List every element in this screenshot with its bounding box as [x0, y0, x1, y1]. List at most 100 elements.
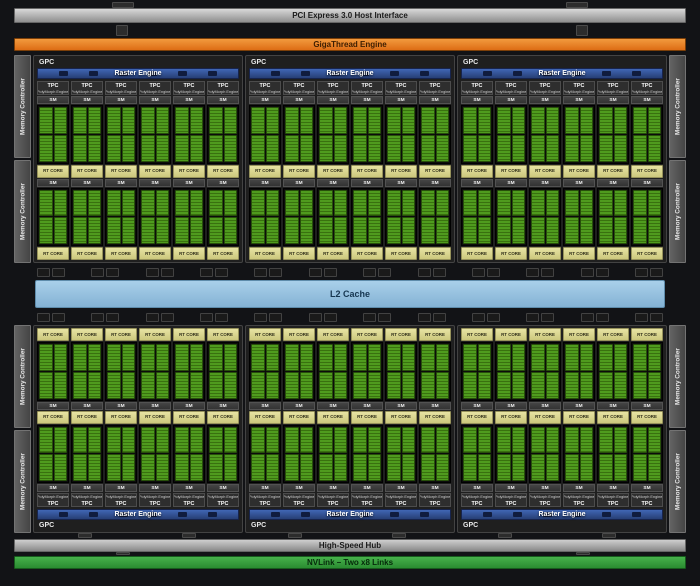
rt-core-block: RT CORE — [207, 411, 239, 424]
tpc-header: TPCPolyMorph Engine — [563, 493, 595, 507]
sm-block: SMRT CORE — [249, 179, 281, 261]
sm-label: SM — [507, 486, 514, 491]
tpc-row: TPCPolyMorph EngineSMRT CORESMRT CORETPC… — [249, 81, 451, 260]
rt-core-block: RT CORE — [495, 328, 527, 341]
sm-block: SMRT CORE — [173, 411, 205, 493]
cuda-core-block — [421, 217, 435, 244]
rt-core-block: RT CORE — [37, 411, 69, 424]
raster-engine-bar: Raster Engine — [37, 509, 239, 520]
tpc-label: TPC — [608, 83, 619, 88]
crossbar-tick-pair — [363, 313, 391, 322]
gpc-label: GPC — [251, 59, 266, 66]
tpc-label: TPC — [472, 501, 483, 506]
polymorph-engine-label: PolyMorph Engine — [597, 495, 628, 498]
sm-block: SMRT CORE — [173, 179, 205, 261]
polymorph-engine-label: PolyMorph Engine — [249, 90, 280, 93]
core-grid — [173, 425, 205, 484]
cuda-core-block — [599, 454, 613, 481]
cuda-core-block — [599, 217, 613, 244]
sm-block: SMRT CORE — [283, 328, 315, 410]
crossbar-tick — [596, 313, 609, 322]
sm-label: SM — [329, 403, 336, 408]
sm-block: SMRT CORE — [631, 411, 663, 493]
rt-core-label: RT CORE — [357, 332, 377, 336]
gpc-label: GPC — [39, 522, 54, 529]
tpc-row: TPCPolyMorph EngineSMRT CORESMRT CORETPC… — [461, 328, 663, 507]
rt-core-label: RT CORE — [637, 332, 657, 336]
tpc-header: TPCPolyMorph Engine — [173, 493, 205, 507]
cuda-core-block — [387, 372, 401, 399]
crossbar-tick — [541, 268, 554, 277]
cuda-core-block — [73, 190, 87, 217]
sm-block: SMRT CORE — [419, 179, 451, 261]
connector-notch — [576, 25, 588, 36]
polymorph-engine-label: PolyMorph Engine — [317, 90, 348, 93]
rt-core-block: RT CORE — [317, 328, 349, 341]
cuda-core-block — [599, 372, 613, 399]
cuda-core-block — [546, 107, 560, 134]
memory-controller-label: Memory Controller — [17, 348, 28, 405]
cuda-core-block — [565, 135, 579, 162]
tpc-label: TPC — [328, 83, 339, 88]
crossbar-tick-pair — [581, 268, 609, 277]
cuda-core-block — [478, 372, 492, 399]
sm-block: SMRT CORE — [37, 411, 69, 493]
gpc-block: GPCRaster EngineTPCPolyMorph EngineSMRT … — [33, 55, 243, 263]
crossbar-tick — [378, 268, 391, 277]
cuda-core-block — [368, 217, 382, 244]
cuda-core-block — [175, 454, 189, 481]
crossbar-tick — [363, 313, 376, 322]
crossbar-tick — [526, 313, 539, 322]
sm-block: SMRT CORE — [71, 411, 103, 493]
crossbar-tick — [52, 313, 65, 322]
sm-block: SMRT CORE — [249, 411, 281, 493]
cuda-core-block — [463, 372, 477, 399]
rt-core-block: RT CORE — [351, 328, 383, 341]
tpc-label: TPC — [184, 501, 195, 506]
sm-label: SM — [185, 180, 192, 185]
sm-label: SM — [219, 403, 226, 408]
cuda-core-block — [156, 372, 170, 399]
cuda-core-block — [141, 107, 155, 134]
tpc-block: TPCPolyMorph EngineSMRT CORESMRT CORE — [173, 81, 205, 260]
connector-notch — [112, 2, 134, 8]
sm-label: SM — [151, 403, 158, 408]
tpc-header: TPCPolyMorph Engine — [351, 81, 383, 95]
rt-core-block: RT CORE — [351, 247, 383, 260]
connector-notch — [602, 533, 616, 538]
sm-header-strip: SM — [351, 402, 383, 410]
cuda-core-block — [580, 344, 594, 371]
connector-notch — [78, 533, 92, 538]
polymorph-engine-label: PolyMorph Engine — [631, 90, 662, 93]
sm-header-strip: SM — [631, 96, 663, 104]
cuda-core-block — [599, 427, 613, 454]
cuda-core-block — [463, 217, 477, 244]
core-grid — [37, 425, 69, 484]
tpc-label: TPC — [260, 83, 271, 88]
rt-core-label: RT CORE — [569, 415, 589, 419]
rt-core-label: RT CORE — [255, 251, 275, 255]
cuda-core-block — [266, 454, 280, 481]
tpc-block: TPCPolyMorph EngineSMRT CORESMRT CORE — [37, 328, 69, 507]
rt-core-block: RT CORE — [173, 411, 205, 424]
tpc-label: TPC — [294, 501, 305, 506]
cuda-core-block — [353, 427, 367, 454]
sm-label: SM — [49, 98, 56, 103]
cuda-core-block — [209, 107, 223, 134]
cuda-core-block — [156, 427, 170, 454]
cuda-core-block — [633, 372, 647, 399]
rt-core-block: RT CORE — [139, 328, 171, 341]
sm-label: SM — [117, 180, 124, 185]
core-grid — [385, 105, 417, 164]
rt-core-label: RT CORE — [255, 169, 275, 173]
gigathread-engine-label: GigaThread Engine — [313, 41, 386, 49]
raster-engine-label: Raster Engine — [250, 69, 450, 78]
cuda-core-block — [107, 217, 121, 244]
crossbar-tick — [581, 268, 594, 277]
sm-block: SMRT CORE — [495, 328, 527, 410]
cuda-core-block — [300, 372, 314, 399]
rt-core-label: RT CORE — [391, 251, 411, 255]
sm-label: SM — [117, 486, 124, 491]
cuda-core-block — [39, 372, 53, 399]
rt-core-block: RT CORE — [385, 411, 417, 424]
